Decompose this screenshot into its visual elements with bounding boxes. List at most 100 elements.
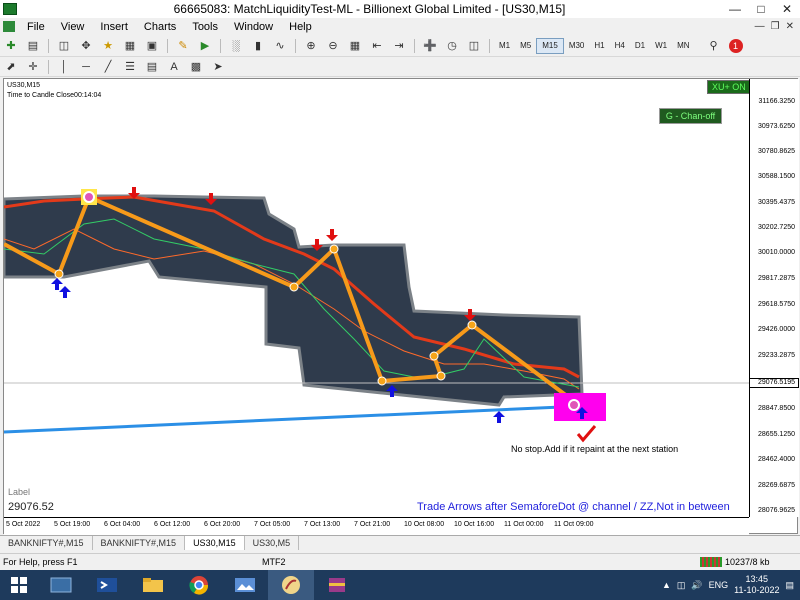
volume-icon[interactable]: 🔊 xyxy=(691,580,702,591)
tab-banknifty-1[interactable]: BANKNIFTY#,M15 xyxy=(0,536,93,550)
y-tick: 30395.4375 xyxy=(758,199,795,206)
indicators-icon[interactable]: ➕ xyxy=(421,38,439,54)
zigzag-dot xyxy=(429,351,439,361)
tab-us30-m5[interactable]: US30,M5 xyxy=(245,536,300,550)
taskbar-server-manager[interactable] xyxy=(38,570,84,600)
start-button[interactable] xyxy=(0,570,38,600)
line-chart-icon[interactable]: ∿ xyxy=(271,38,289,54)
cursor-icon[interactable]: ⬈ xyxy=(2,59,20,75)
vertical-line-icon[interactable]: │ xyxy=(55,59,73,75)
tf-h1[interactable]: H1 xyxy=(589,38,609,54)
zigzag-dot xyxy=(377,376,387,386)
chrome-icon xyxy=(189,576,209,595)
menu-insert[interactable]: Insert xyxy=(92,21,136,33)
menu-file[interactable]: File xyxy=(19,21,53,33)
maximize-button[interactable]: □ xyxy=(748,0,774,18)
tf-m1[interactable]: M1 xyxy=(494,38,515,54)
search-icon[interactable]: ⚲ xyxy=(705,38,723,54)
profiles-icon[interactable]: ▤ xyxy=(24,38,42,54)
text-tool-icon[interactable]: A xyxy=(165,59,183,75)
menu-help[interactable]: Help xyxy=(281,21,320,33)
autotrading-icon[interactable]: ▶ xyxy=(196,38,214,54)
crosshair-icon[interactable]: ✛ xyxy=(24,59,42,75)
tf-d1[interactable]: D1 xyxy=(630,38,650,54)
tray-chevron-icon[interactable]: ▲ xyxy=(662,580,671,590)
tf-mn[interactable]: MN xyxy=(672,38,694,54)
chart-shift-icon[interactable]: ⇤ xyxy=(368,38,386,54)
terminal-icon[interactable]: ▦ xyxy=(121,38,139,54)
x-tick: 6 Oct 12:00 xyxy=(154,521,191,528)
xu-toggle-button[interactable]: XU+ ON xyxy=(707,80,749,94)
notification-badge[interactable]: 1 xyxy=(728,38,743,53)
clock[interactable]: 13:45 11-10-2022 xyxy=(734,574,779,596)
menu-charts[interactable]: Charts xyxy=(136,21,184,33)
chart-window[interactable]: US30,M15 Time to Candle Close00:14:04 XU… xyxy=(3,78,799,535)
zoom-in-icon[interactable]: ⊕ xyxy=(302,38,320,54)
taskbar-photos[interactable] xyxy=(222,570,268,600)
buy-arrow-icon xyxy=(59,286,71,298)
profile-name[interactable]: MTF2 xyxy=(262,557,286,567)
strategy-tester-icon[interactable]: ▣ xyxy=(143,38,161,54)
semafore-pink-dot xyxy=(83,191,95,203)
zigzag-dot xyxy=(54,269,64,279)
taskbar-powershell[interactable] xyxy=(84,570,130,600)
bar-chart-icon[interactable]: ░ xyxy=(227,38,245,54)
connection-traffic: 10237/8 kb xyxy=(725,557,770,567)
trendline-icon[interactable]: ╱ xyxy=(99,59,117,75)
x-tick: 7 Oct 13:00 xyxy=(304,521,341,528)
notifications-icon[interactable]: ▤ xyxy=(785,580,794,591)
taskbar-metatrader[interactable] xyxy=(268,570,314,600)
language-indicator[interactable]: ENG xyxy=(709,580,729,590)
price-axis[interactable]: 31166.3250 30973.6250 30780.8625 30588.1… xyxy=(749,79,799,517)
tf-m5[interactable]: M5 xyxy=(515,38,536,54)
channel-toggle-button[interactable]: G - Chan-off xyxy=(659,108,722,124)
child-restore-button[interactable]: ❐ xyxy=(771,21,780,32)
menu-view[interactable]: View xyxy=(53,21,93,33)
metaeditor-icon[interactable]: ✎ xyxy=(174,38,192,54)
tf-m30[interactable]: M30 xyxy=(564,38,590,54)
tab-us30-m15[interactable]: US30,M15 xyxy=(185,536,245,550)
taskbar-winrar[interactable] xyxy=(314,570,360,600)
taskbar-chrome[interactable] xyxy=(176,570,222,600)
market-watch-icon[interactable]: ◫ xyxy=(55,38,73,54)
connection-status[interactable]: 10237/8 kb xyxy=(700,557,770,567)
navigator-icon[interactable]: ★ xyxy=(99,38,117,54)
tf-w1[interactable]: W1 xyxy=(650,38,672,54)
child-minimize-button[interactable]: — xyxy=(755,21,765,32)
stop-note: No stop.Add if it repaint at the next st… xyxy=(511,444,679,454)
autoscroll-icon[interactable]: ⇥ xyxy=(390,38,408,54)
chart-plot-area[interactable]: US30,M15 Time to Candle Close00:14:04 XU… xyxy=(4,79,749,517)
fibonacci-icon[interactable]: ▤ xyxy=(143,59,161,75)
help-text: For Help, press F1 xyxy=(3,557,78,567)
taskbar-explorer[interactable] xyxy=(130,570,176,600)
current-price-tag: 29076.5195 xyxy=(749,378,799,388)
y-tick: 28655.1250 xyxy=(758,431,795,438)
text-label-icon[interactable]: ▩ xyxy=(187,59,205,75)
tile-windows-icon[interactable]: ▦ xyxy=(346,38,364,54)
y-tick: 30780.8625 xyxy=(758,148,795,155)
templates-icon[interactable]: ◫ xyxy=(465,38,483,54)
time-axis[interactable]: 5 Oct 2022 5 Oct 19:00 6 Oct 04:00 6 Oct… xyxy=(4,517,749,535)
network-icon[interactable]: ◫ xyxy=(677,580,686,591)
chart-symbol-label: US30,M15 xyxy=(7,82,41,89)
horizontal-line-icon[interactable]: ─ xyxy=(77,59,95,75)
child-close-button[interactable]: ✕ xyxy=(786,21,794,32)
new-chart-icon[interactable]: ✚ xyxy=(2,38,20,54)
periods-icon[interactable]: ◷ xyxy=(443,38,461,54)
zigzag-dot xyxy=(329,244,339,254)
y-tick: 31166.3250 xyxy=(758,98,795,105)
menu-tools[interactable]: Tools xyxy=(184,21,226,33)
semafore-pink-dot xyxy=(568,399,580,411)
candlestick-icon[interactable]: ▮ xyxy=(249,38,267,54)
close-button[interactable]: ✕ xyxy=(774,0,800,18)
equidistant-channel-icon[interactable]: ☰ xyxy=(121,59,139,75)
tf-h4[interactable]: H4 xyxy=(610,38,630,54)
minimize-button[interactable]: — xyxy=(722,0,748,18)
menu-window[interactable]: Window xyxy=(226,21,281,33)
arrows-icon[interactable]: ➤ xyxy=(209,59,227,75)
zoom-out-icon[interactable]: ⊖ xyxy=(324,38,342,54)
tf-m15[interactable]: M15 xyxy=(536,37,564,54)
zigzag-dot xyxy=(289,282,299,292)
data-window-icon[interactable]: ✥ xyxy=(77,38,95,54)
tab-banknifty-2[interactable]: BANKNIFTY#,M15 xyxy=(93,536,186,550)
